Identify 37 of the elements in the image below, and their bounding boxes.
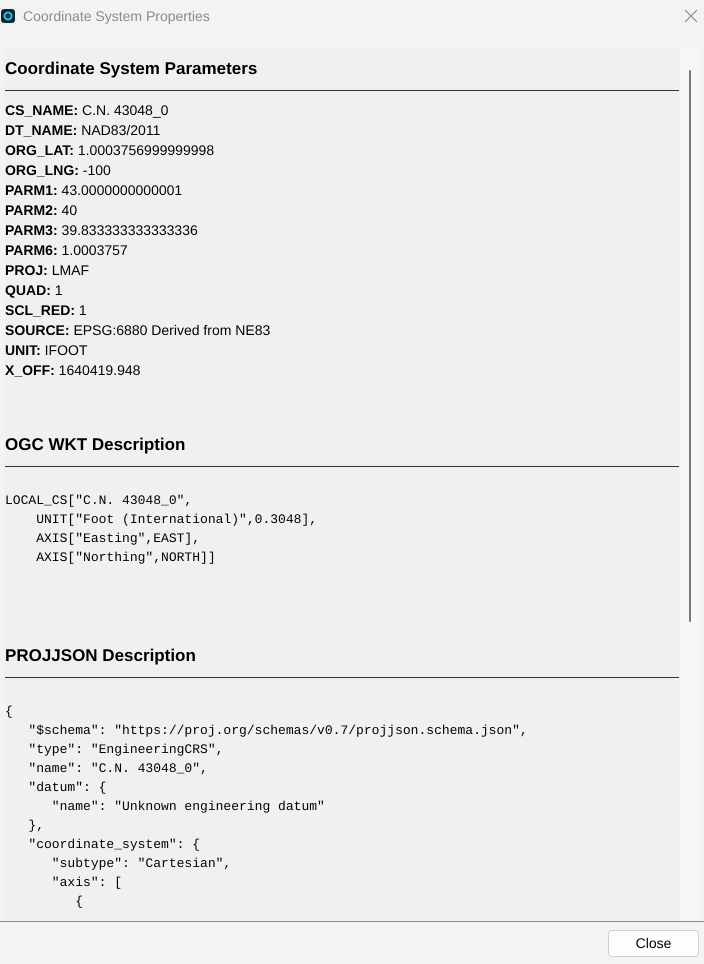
parameter-line: CS_NAME: C.N. 43048_0 <box>5 101 170 120</box>
code-line: }, <box>27 817 46 835</box>
section-heading: PROJJSON Description <box>5 646 196 665</box>
parameter-line: DT_NAME: NAD83/2011 <box>5 121 162 140</box>
parameter-line: SCL_RED: 1 <box>5 301 88 320</box>
parameter-line: PROJ: LMAF <box>5 261 90 280</box>
code-line: "name": "Unknown engineering datum" <box>50 798 326 816</box>
parameter-line: SOURCE: EPSG:6880 Derived from NE83 <box>5 321 272 340</box>
scrollbar[interactable] <box>680 48 700 921</box>
code-line: "subtype": "Cartesian", <box>50 855 232 873</box>
code-line: { <box>5 703 14 721</box>
parameter-line: ORG_LNG: -100 <box>5 161 112 180</box>
code-line: AXIS["Northing",NORTH]] <box>35 549 217 567</box>
code-line: LOCAL_CS["C.N. 43048_0", <box>5 492 194 510</box>
parameter-line: X_OFF: 1640419.948 <box>5 361 142 380</box>
parameter-line: PARM2: 40 <box>5 201 78 220</box>
section-heading: Coordinate System Parameters <box>5 59 258 78</box>
code-line: { <box>74 893 84 911</box>
parameter-line: PARM3: 39.833333333333336 <box>5 221 199 240</box>
app-icon <box>1 9 15 23</box>
code-line: "type": "EngineeringCRS", <box>27 741 224 759</box>
code-line: "datum": { <box>27 779 108 797</box>
parameter-line: PARM1: 43.0000000000001 <box>5 181 184 200</box>
code-line: AXIS["Easting",EAST], <box>35 530 202 548</box>
window-title: Coordinate System Properties <box>23 6 210 26</box>
code-line: "name": "C.N. 43048_0", <box>27 760 209 778</box>
code-line: UNIT["Foot (International)",0.3048], <box>35 511 318 529</box>
section-heading: OGC WKT Description <box>5 435 186 454</box>
parameter-line: PARM6: 1.0003757 <box>5 241 129 260</box>
parameter-line: UNIT: IFOOT <box>5 341 88 360</box>
code-line: "axis": [ <box>50 874 124 892</box>
close-icon[interactable] <box>682 7 700 25</box>
parameter-line: QUAD: 1 <box>5 281 64 300</box>
close-button[interactable]: Close <box>608 930 699 956</box>
parameter-line: ORG_LAT: 1.0003756999999998 <box>5 141 216 160</box>
code-line: "$schema": "https://proj.org/schemas/v0.7/projjson.schema.json", <box>27 722 529 740</box>
code-line: "coordinate_system": { <box>27 836 202 854</box>
